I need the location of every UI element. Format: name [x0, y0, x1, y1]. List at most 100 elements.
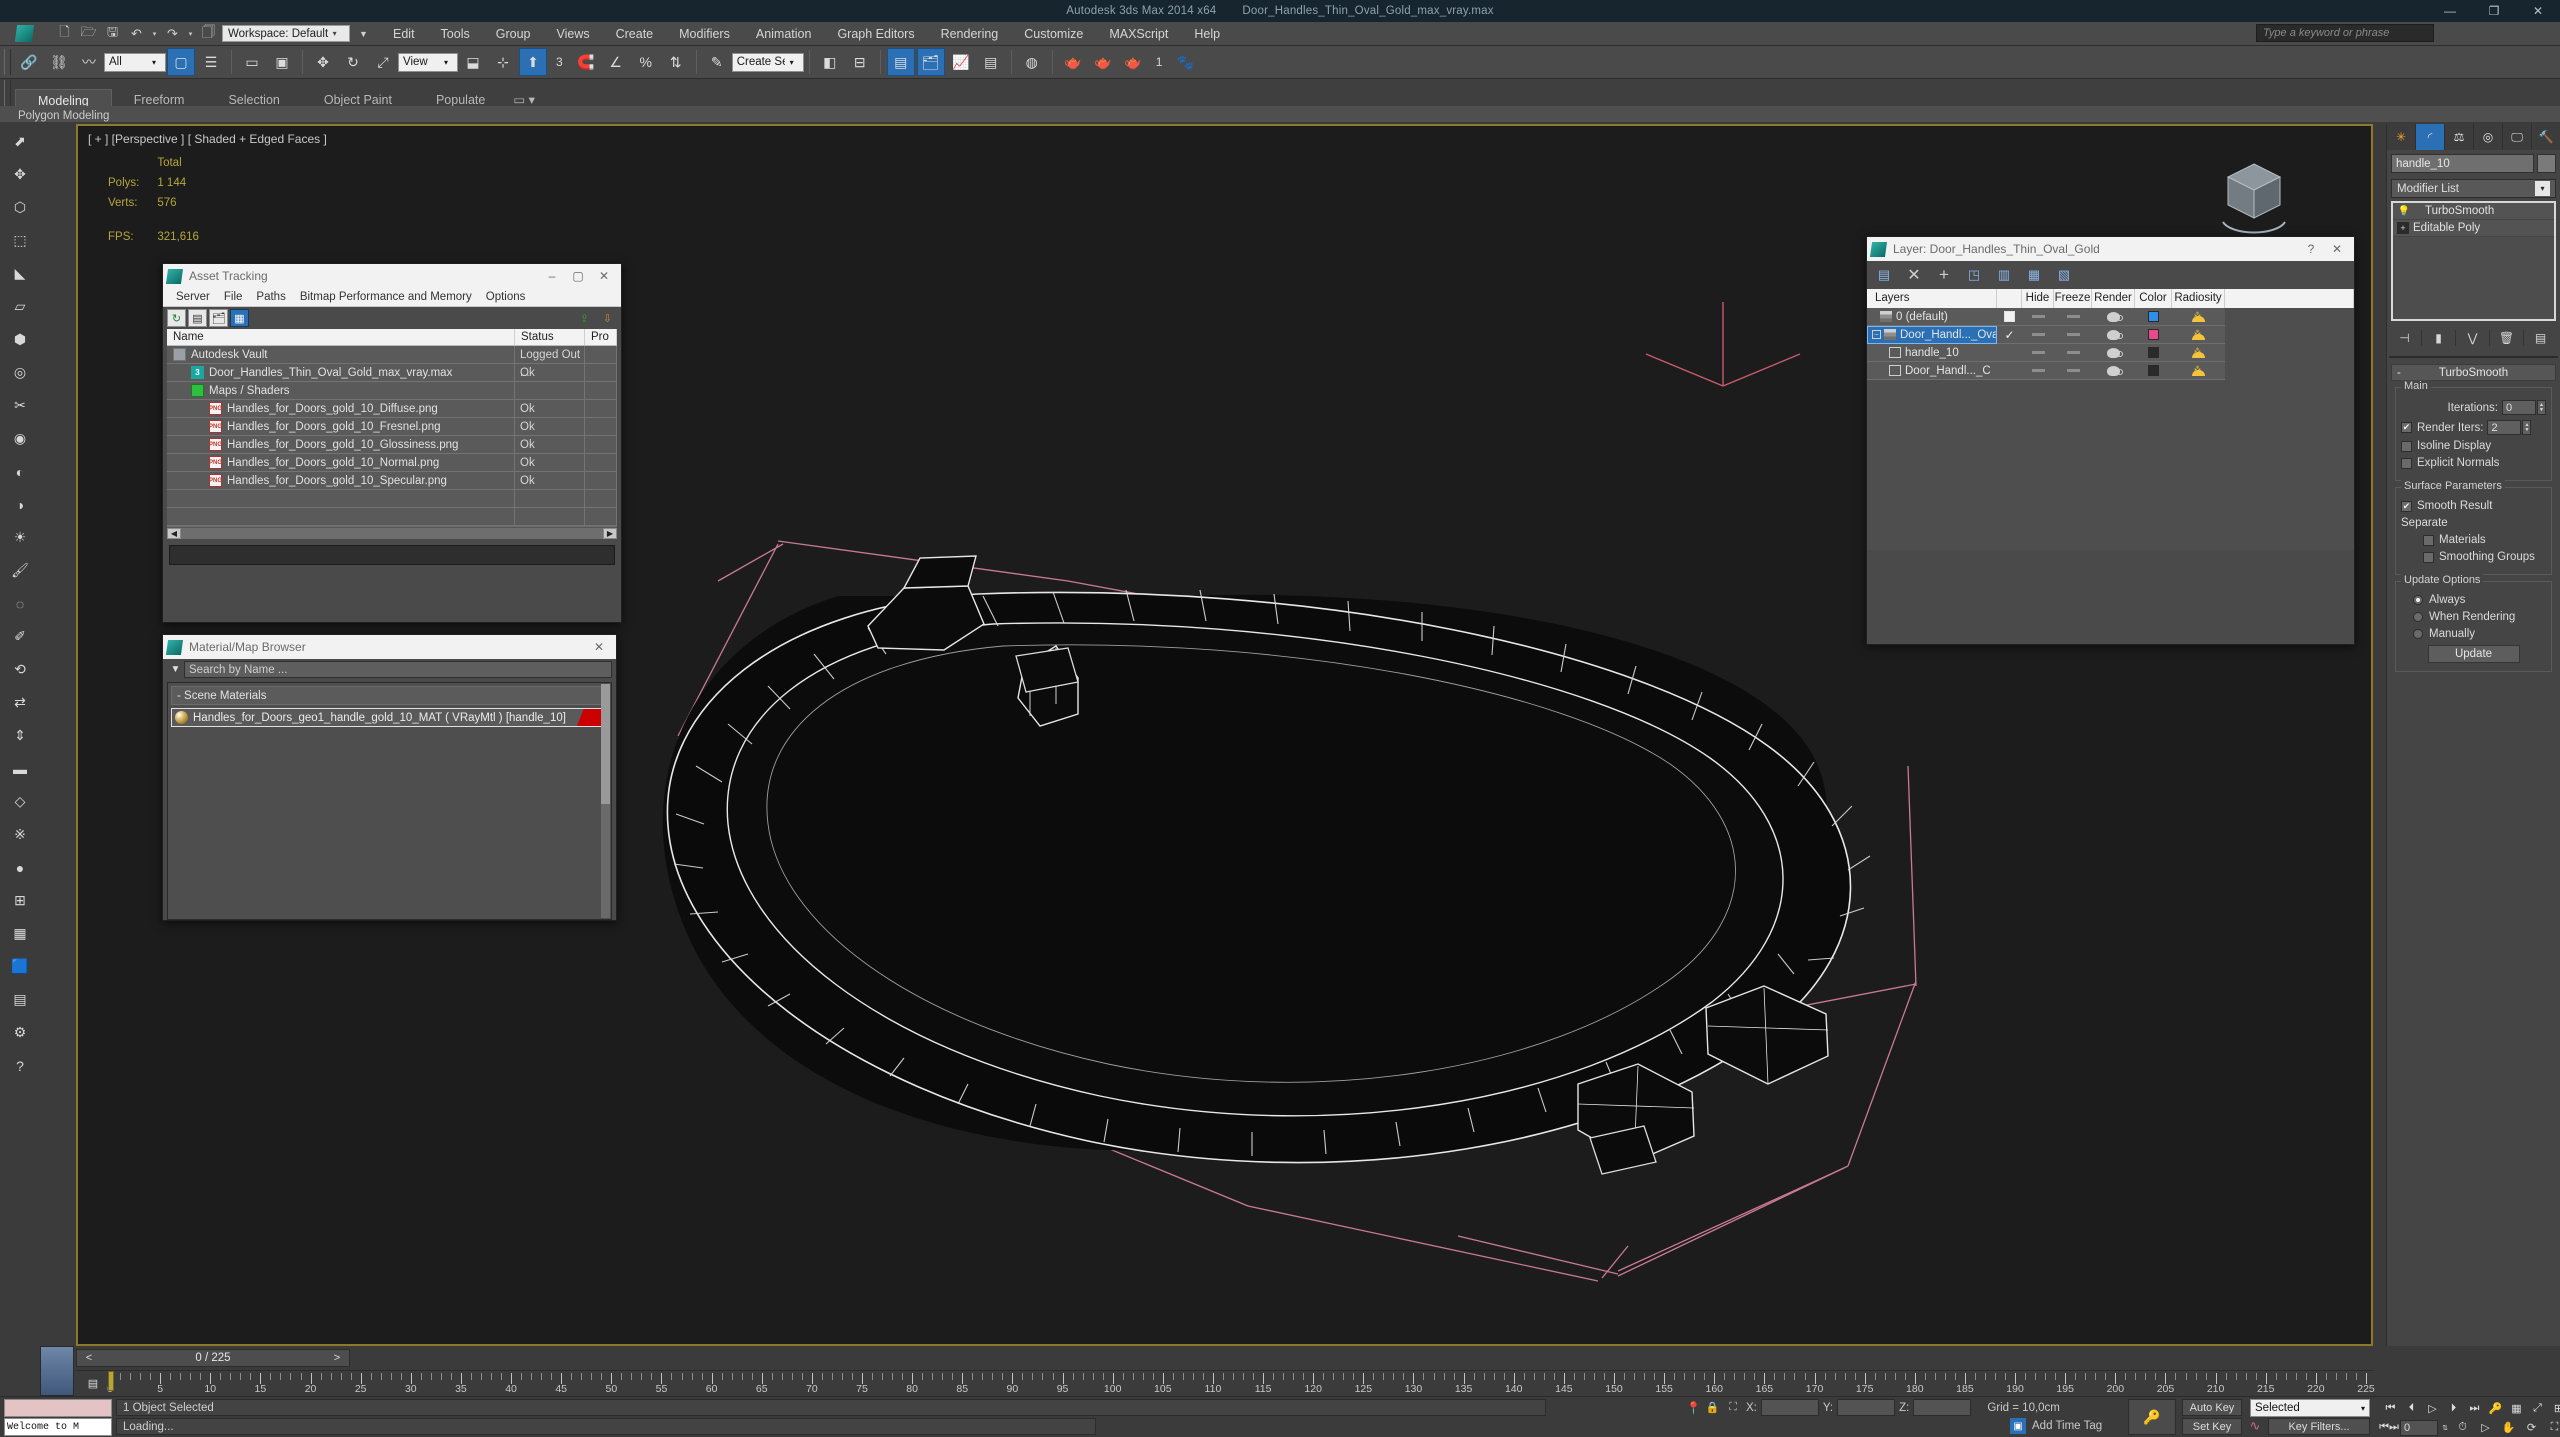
element-tool-icon[interactable]: ⬢: [2, 324, 38, 355]
ortho-icon[interactable]: ⊞: [2, 885, 38, 916]
material-list[interactable]: - Scene Materials Handles_for_Doors_geo1…: [167, 682, 612, 920]
max-logo-icon[interactable]: [0, 22, 48, 46]
iterations-input[interactable]: 0: [2502, 400, 2536, 415]
border-tool-icon[interactable]: ▱: [2, 291, 38, 322]
layer-dialog-titlebar[interactable]: Layer: Door_Handles_Thin_Oval_Gold ? ✕: [1867, 237, 2354, 261]
scroll-right-icon[interactable]: ▶: [603, 527, 617, 539]
table-row[interactable]: 3 Door_Handles_Thin_Oval_Gold_max_vray.ma…: [167, 363, 617, 382]
scroll-thumb[interactable]: [601, 684, 610, 804]
scene-materials-group[interactable]: - Scene Materials: [171, 686, 608, 705]
bind-spacewarp-icon[interactable]: 〰: [75, 48, 103, 76]
menu-item-group[interactable]: Group: [483, 22, 544, 46]
ribbon-grip[interactable]: [4, 80, 11, 106]
layers-icon[interactable]: ▤: [2, 984, 38, 1015]
delete-layer-icon[interactable]: ✕: [1903, 264, 1925, 286]
close-icon[interactable]: ✕: [2324, 238, 2350, 260]
layer-render-cell[interactable]: [2092, 308, 2135, 326]
select-tool-icon[interactable]: ⬈: [2, 126, 38, 157]
time-tag-icon[interactable]: ▣: [2010, 1418, 2026, 1434]
layer-color-cell[interactable]: [2135, 326, 2172, 344]
refresh-icon[interactable]: ↻: [167, 309, 186, 327]
add-time-tag-label[interactable]: Add Time Tag: [2032, 1420, 2102, 1432]
time-configuration-icon[interactable]: ▦: [2506, 1399, 2527, 1418]
update-button[interactable]: Update: [2427, 645, 2520, 663]
window-crossing-icon[interactable]: ▣: [268, 48, 296, 76]
relax-icon[interactable]: ⟲: [2, 654, 38, 685]
layer-freeze-cell[interactable]: [2054, 326, 2092, 344]
smooth-result-checkbox[interactable]: ✔: [2401, 500, 2412, 512]
next-frame-icon[interactable]: >: [325, 1352, 349, 1364]
table-row[interactable]: PNG Handles_for_Doors_gold_10_Fresnel.png…: [167, 417, 617, 436]
help-icon[interactable]: ?: [2298, 238, 2324, 260]
color-swatch[interactable]: [2148, 347, 2159, 358]
table-row[interactable]: PNG Handles_for_Doors_gold_10_Diffuse.png…: [167, 399, 617, 418]
project-folder-icon[interactable]: 🗍: [198, 24, 219, 43]
color-swatch[interactable]: [2148, 311, 2159, 322]
bulb-icon[interactable]: 💡: [2397, 206, 2411, 217]
isoline-display-checkbox[interactable]: [2401, 440, 2412, 452]
current-layer-checkbox[interactable]: [2004, 311, 2015, 322]
update-option-always[interactable]: Always: [2401, 594, 2546, 606]
layer-hide-cell[interactable]: [2022, 308, 2054, 326]
material-editor-icon[interactable]: ◍: [1018, 48, 1046, 76]
polygon-tool-icon[interactable]: ⬡: [2, 192, 38, 223]
layer-name-cell[interactable]: 0 (default): [1867, 308, 1997, 326]
frame-indicator[interactable]: < 0 / 225 >: [76, 1349, 350, 1367]
close-icon[interactable]: ✕: [586, 636, 612, 658]
settings-icon[interactable]: ⚙: [2, 1017, 38, 1048]
table-row[interactable]: Maps / Shaders: [167, 381, 617, 400]
object-color-swatch[interactable]: [2537, 154, 2556, 173]
select-object-icon[interactable]: ▢: [167, 48, 195, 76]
menu-item-bitmap-performance[interactable]: Bitmap Performance and Memory: [293, 291, 479, 303]
rectangular-selection-icon[interactable]: ▭: [238, 48, 266, 76]
modifier-stack-item-editable-poly[interactable]: + Editable Poly: [2393, 220, 2554, 237]
layer-name-cell[interactable]: – Door_Handl..._Ova: [1867, 325, 1997, 344]
color-swatch[interactable]: [2148, 365, 2159, 376]
paint-select-icon[interactable]: ✥: [2, 159, 38, 190]
mirror-icon[interactable]: ◧: [816, 48, 844, 76]
grid-icon[interactable]: ▦: [2, 918, 38, 949]
hand-tool-icon[interactable]: ✋: [2498, 1418, 2519, 1437]
current-key-input[interactable]: 0: [2400, 1419, 2438, 1436]
set-key-button[interactable]: Set Key: [2182, 1418, 2242, 1435]
menu-item-customize[interactable]: Customize: [1011, 22, 1096, 46]
chevron-down-icon[interactable]: ▾: [439, 58, 453, 67]
check-out-icon[interactable]: ⇩: [598, 309, 617, 327]
layer-row[interactable]: Door_Handl..._C ⁂: [1867, 361, 2354, 380]
menu-item-animation[interactable]: Animation: [743, 22, 825, 46]
create-tab-icon[interactable]: ✳: [2387, 124, 2416, 150]
layer-row[interactable]: 0 (default) ⁂: [1867, 307, 2354, 326]
time-playhead[interactable]: [108, 1371, 114, 1391]
list-view-icon[interactable]: ▤: [188, 309, 207, 327]
open-file-icon[interactable]: 🗁: [78, 24, 99, 43]
redo-icon[interactable]: ↷: [162, 24, 183, 43]
explicit-normals-checkbox[interactable]: [2401, 457, 2412, 469]
minimize-icon[interactable]: —: [2428, 0, 2472, 22]
smooth-icon[interactable]: ◐: [2, 456, 38, 487]
layer-freeze-cell[interactable]: [2054, 362, 2092, 380]
render-setup-icon[interactable]: 🫖: [1059, 48, 1087, 76]
orbit-icon[interactable]: ⟳: [2521, 1418, 2542, 1437]
key-filters-button[interactable]: Key Filters...: [2268, 1418, 2370, 1435]
time-config-icon[interactable]: ⏱: [2452, 1418, 2473, 1437]
unlink-icon[interactable]: ⛓: [45, 48, 73, 76]
select-and-scale-icon[interactable]: ⤢: [369, 48, 397, 76]
maxscript-mini-listener[interactable]: Welcome to M: [4, 1418, 112, 1436]
layer-color-cell[interactable]: [2135, 362, 2172, 380]
scroll-track[interactable]: [181, 527, 603, 539]
soft-selection-icon[interactable]: ◌: [2, 588, 38, 619]
select-and-rotate-icon[interactable]: ↻: [339, 48, 367, 76]
modifier-stack[interactable]: 💡 TurboSmooth + Editable Poly: [2391, 201, 2556, 321]
layer-radiosity-cell[interactable]: ⁂: [2172, 308, 2225, 326]
layer-current-cell[interactable]: [1997, 362, 2022, 380]
display-tab-icon[interactable]: 🖵: [2503, 124, 2532, 150]
render-in-cloud-icon[interactable]: 🐾: [1171, 48, 1199, 76]
snaps-toggle-icon[interactable]: 🧲: [572, 48, 600, 76]
scroll-left-icon[interactable]: ◀: [167, 527, 181, 539]
menu-item-create[interactable]: Create: [603, 22, 667, 46]
smoothing-groups-checkbox[interactable]: [2423, 551, 2434, 563]
selection-filter-combo[interactable]: All ▾: [104, 52, 166, 72]
go-to-start-icon[interactable]: ⏮: [2380, 1399, 2401, 1418]
swift-loop-icon[interactable]: ◎: [2, 357, 38, 388]
select-by-name-icon[interactable]: ☰: [197, 48, 225, 76]
